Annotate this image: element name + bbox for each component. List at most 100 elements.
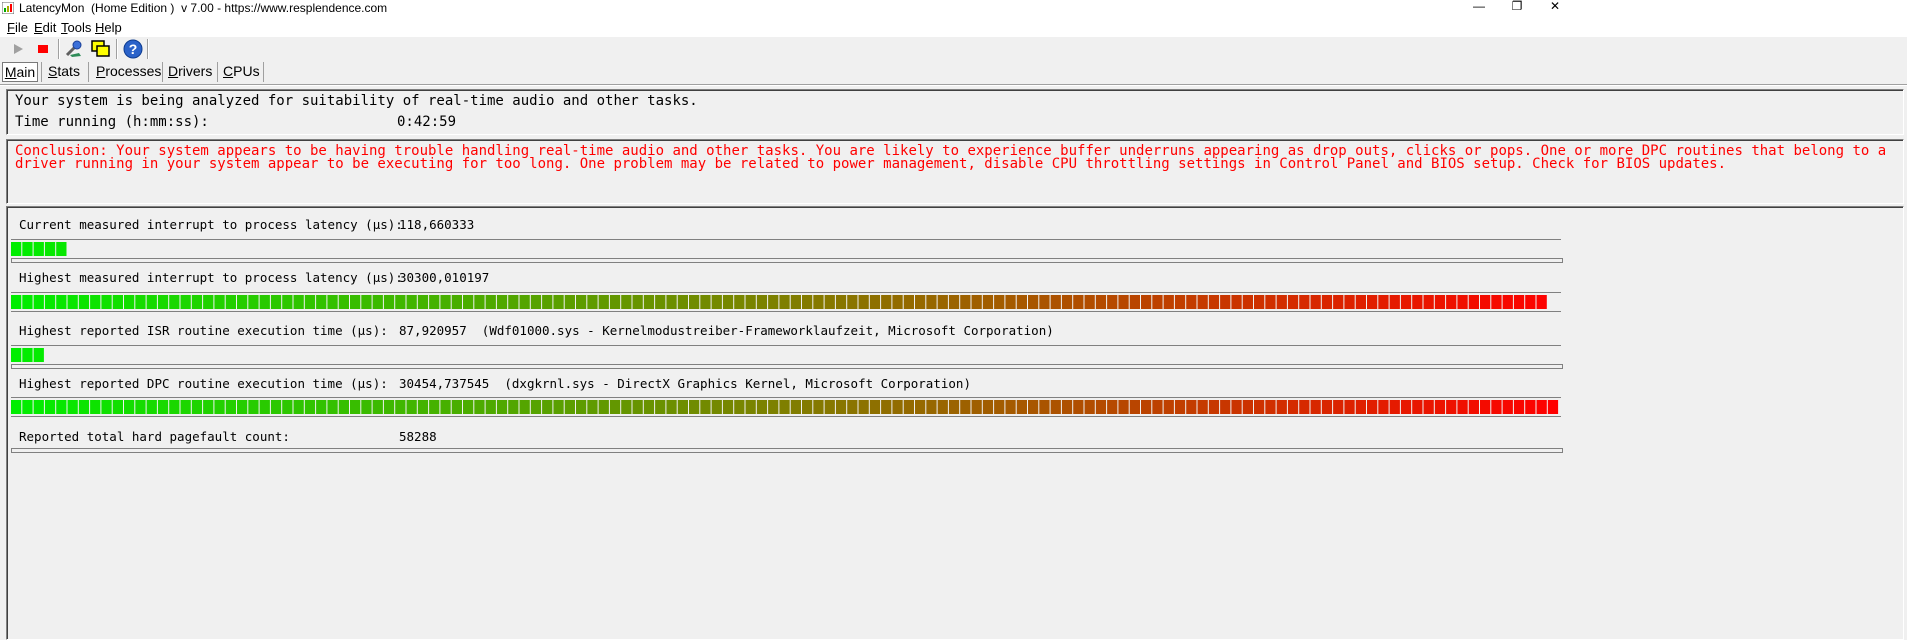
bar-segment — [11, 242, 22, 256]
bar-segment — [835, 295, 847, 309]
bar-segment — [214, 400, 225, 414]
bar-segment — [1423, 295, 1434, 309]
metric-value-with-detail: 30454,737545 (dxgkrnl.sys - DirectX Grap… — [399, 376, 971, 391]
close-button[interactable]: ✕ — [1532, 0, 1578, 17]
bar-segment — [293, 400, 304, 414]
bar-segment — [248, 295, 259, 309]
start-button[interactable] — [7, 39, 29, 59]
menu-tools-label: ools — [67, 20, 92, 35]
restore-icon: ❐ — [1511, 0, 1523, 13]
bar-segment — [1061, 295, 1073, 309]
bar-segment — [869, 295, 881, 309]
bar-segment — [1050, 295, 1061, 309]
bar-segment — [1141, 295, 1152, 309]
menu-file-accel: F — [7, 20, 15, 35]
bar-segment — [1457, 295, 1468, 309]
title-bar: LatencyMon (Home Edition ) v 7.00 - http… — [0, 0, 1907, 17]
bar-segment — [203, 400, 214, 414]
bar-segment — [90, 400, 101, 414]
bar-segment — [915, 400, 926, 414]
metric-label: Reported total hard pagefault count: — [19, 429, 290, 444]
bar-segment — [915, 295, 926, 309]
tab-main[interactable]: Main — [2, 62, 38, 82]
bar-segment — [1073, 400, 1084, 414]
bar-segment — [1073, 295, 1084, 309]
menu-edit[interactable]: Edit — [34, 20, 56, 35]
tools-button[interactable] — [63, 39, 85, 59]
bar-segment — [146, 295, 157, 309]
bar-segment — [1152, 400, 1163, 414]
tab-bar: Main Stats Processes Drivers CPUs — [0, 61, 1907, 83]
bar-segment — [948, 295, 960, 309]
metric-value: 30454,737545 — [399, 376, 490, 391]
bar-segment — [937, 295, 948, 309]
bar-segment — [666, 295, 677, 309]
tab-stats[interactable]: Stats — [48, 62, 80, 80]
tab-separator — [88, 62, 89, 82]
bar-segment — [1434, 295, 1446, 309]
bar-segment — [203, 295, 214, 309]
metric-label: Highest reported DPC routine execution t… — [19, 376, 388, 391]
bar-segment — [1028, 400, 1039, 414]
bar-segment — [1446, 400, 1457, 414]
bar-segment — [1231, 295, 1242, 309]
bar-segment — [56, 242, 67, 256]
bar-segments — [11, 295, 1547, 309]
bar-segment — [440, 400, 451, 414]
bar-segment — [1355, 295, 1366, 309]
bar-segment — [779, 295, 790, 309]
minimize-icon: — — [1473, 0, 1485, 13]
bar-segment — [756, 295, 768, 309]
bar-segment — [903, 400, 914, 414]
bar-segment — [903, 295, 914, 309]
bar-segment — [225, 295, 236, 309]
menu-tools[interactable]: Tools — [61, 20, 91, 35]
bar-segment — [553, 400, 564, 414]
bar-segment — [463, 400, 474, 414]
bar-segment — [361, 400, 372, 414]
tab-drivers[interactable]: Drivers — [168, 62, 212, 80]
bar-segment — [56, 400, 67, 414]
menu-help[interactable]: Help — [95, 20, 122, 35]
stop-button[interactable] — [32, 39, 54, 59]
bar-segment — [1152, 295, 1163, 309]
tab-cpus[interactable]: CPUs — [223, 62, 260, 80]
latency-bar — [11, 239, 1561, 259]
bar-segment — [734, 295, 745, 309]
latency-bar — [11, 345, 1561, 365]
help-button[interactable]: ? — [122, 39, 144, 59]
bar-segment — [157, 295, 169, 309]
conclusion-panel: Conclusion: Your system appears to be ha… — [6, 139, 1904, 204]
windows-button[interactable] — [90, 39, 112, 59]
bar-segment — [1310, 295, 1321, 309]
bar-segment — [372, 295, 383, 309]
bar-segment — [711, 400, 722, 414]
bar-segment — [22, 242, 33, 256]
bar-segment — [361, 295, 372, 309]
tab-separator — [263, 62, 264, 82]
bar-segment — [1118, 400, 1129, 414]
bar-segment — [1525, 295, 1536, 309]
bar-segment — [1050, 400, 1061, 414]
metric-value: 118,660333 — [399, 217, 475, 232]
bar-segment — [1141, 400, 1152, 414]
bar-segment — [44, 400, 56, 414]
bar-segment — [417, 295, 429, 309]
bar-segment — [1389, 400, 1400, 414]
bar-segment — [813, 400, 824, 414]
bar-segment — [1118, 295, 1129, 309]
bar-segment — [643, 400, 655, 414]
bar-segment — [1242, 400, 1253, 414]
bar-segment — [112, 400, 123, 414]
menu-help-accel: H — [95, 20, 105, 35]
bar-segment — [429, 295, 440, 309]
tab-processes[interactable]: Processes — [96, 62, 161, 80]
bar-segment — [564, 295, 575, 309]
menu-file[interactable]: File — [7, 20, 28, 35]
bar-segment — [847, 400, 858, 414]
bar-segment — [609, 295, 621, 309]
tab-processes-accel: P — [96, 63, 106, 79]
bar-segment — [327, 295, 338, 309]
bar-segment — [1287, 400, 1299, 414]
bar-segment — [33, 242, 44, 256]
